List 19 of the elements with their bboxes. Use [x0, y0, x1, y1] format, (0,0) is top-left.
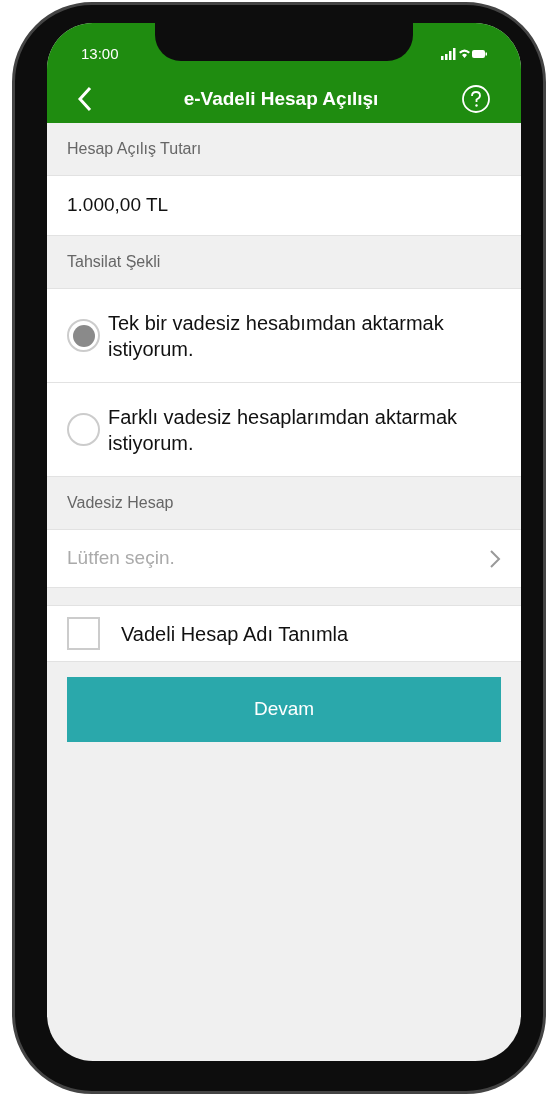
section-label: Tahsilat Şekli	[67, 252, 161, 272]
amount-value: 1.000,00 TL	[67, 193, 169, 218]
option-label: Farklı vadesiz hesaplarımdan aktarmak istiyorum.	[108, 404, 459, 456]
checkbox[interactable]	[67, 617, 100, 650]
chevron-right-icon	[489, 548, 501, 569]
select-placeholder: Lütfen seçin.	[67, 546, 175, 571]
screen-title: e-Vadeli Hesap Açılışı	[183, 86, 379, 111]
checkbox-label: Vadeli Hesap Adı Tanımla	[121, 621, 349, 647]
option-label: Tek bir vadesiz hesabımdan aktarmak istiyorum.	[108, 310, 445, 362]
checkbox-row[interactable]: Vadeli Hesap Adı Tanımla	[47, 605, 521, 662]
status-icons	[441, 48, 487, 60]
radio-button[interactable]	[67, 413, 100, 446]
help-icon[interactable]	[461, 84, 491, 114]
section-label: Vadesiz Hesap	[67, 493, 174, 513]
radio-option[interactable]: Tek bir vadesiz hesabımdan aktarmak istiyorum.	[47, 289, 521, 383]
radio-option[interactable]: Farklı vadesiz hesaplarımdan aktarmak istiyorum.	[47, 383, 521, 477]
radio-button[interactable]	[67, 319, 100, 352]
status-time: 13:00	[81, 43, 119, 64]
section-label: Hesap Açılış Tutarı	[67, 139, 202, 159]
